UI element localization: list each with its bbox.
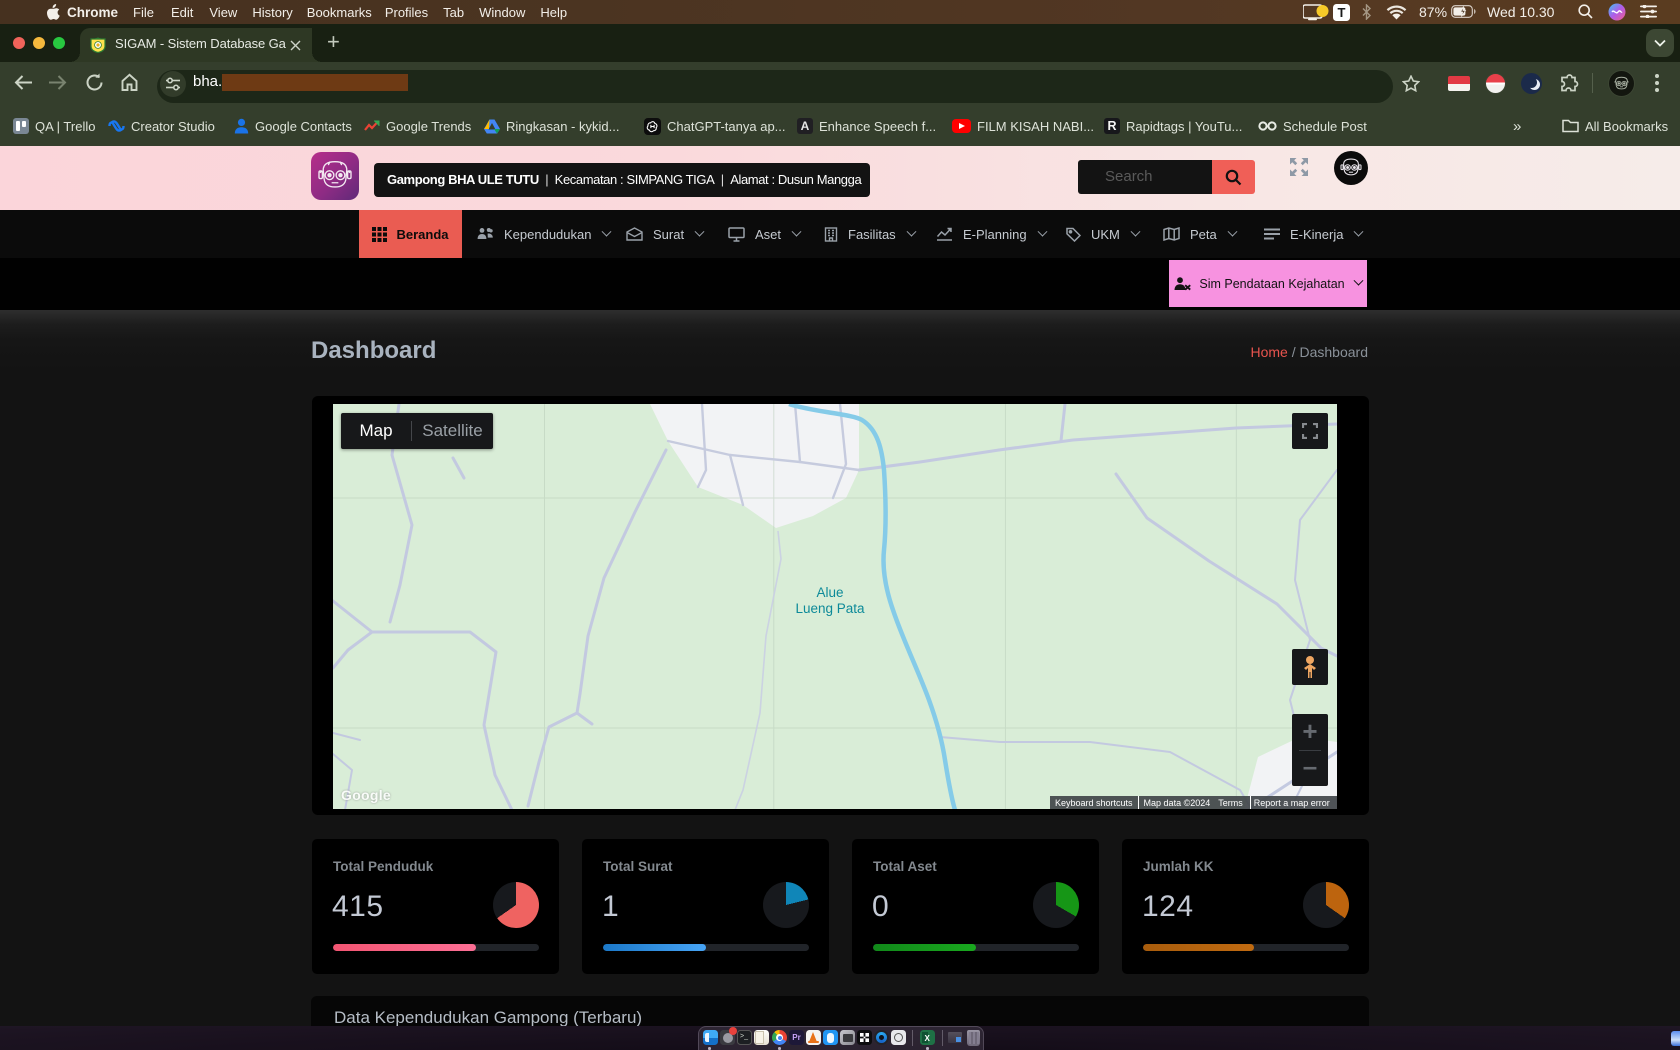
svg-text:Alue: Alue — [816, 585, 843, 600]
svg-text:Lueng Pata: Lueng Pata — [795, 601, 865, 616]
